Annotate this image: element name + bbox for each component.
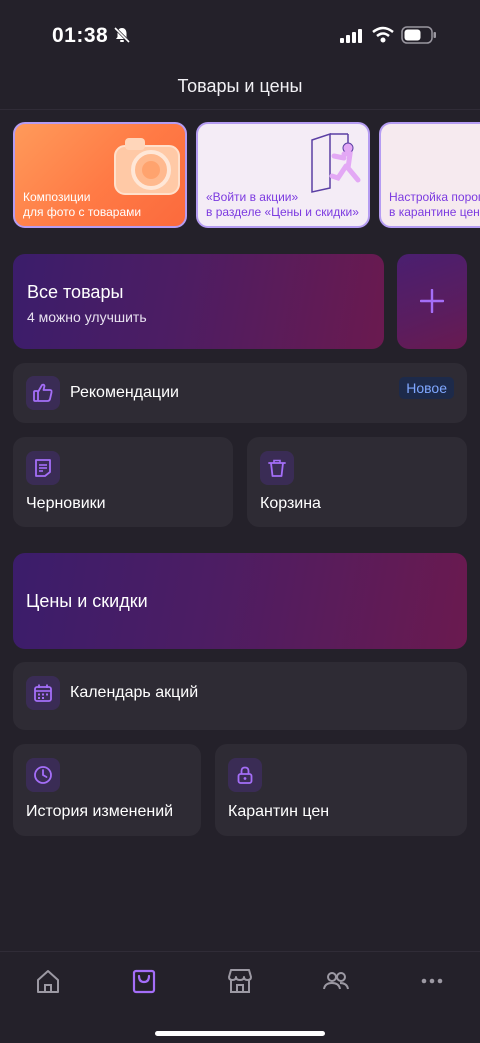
tab-store[interactable] bbox=[225, 966, 255, 996]
bell-muted-icon bbox=[113, 26, 131, 44]
tab-home[interactable] bbox=[33, 966, 63, 996]
promo-calendar-label: Календарь акций bbox=[70, 684, 199, 701]
trash-label: Корзина bbox=[260, 495, 321, 512]
document-icon bbox=[35, 459, 51, 477]
status-time: 01:38 bbox=[52, 24, 109, 47]
all-goods-subtitle: 4 можно улучшить bbox=[27, 309, 147, 325]
story-label: Композиции для фото с товарами bbox=[23, 190, 142, 219]
people-icon bbox=[323, 972, 349, 990]
calendar-icon-box bbox=[26, 676, 60, 710]
header: Товары и цены bbox=[0, 72, 480, 110]
promo-calendar-card[interactable]: Календарь акций bbox=[13, 662, 467, 730]
story-card-quarantine-threshold[interactable]: Настройка порога в карантине цен bbox=[379, 122, 480, 228]
plus-icon bbox=[420, 289, 444, 313]
home-indicator bbox=[155, 1031, 325, 1036]
drafts-icon-box bbox=[26, 451, 60, 485]
price-quarantine-label: Карантин цен bbox=[228, 803, 330, 820]
store-icon bbox=[228, 969, 252, 993]
all-goods-title: Все товары bbox=[27, 282, 124, 302]
change-history-label: История изменений bbox=[26, 803, 174, 820]
wifi-icon bbox=[372, 26, 394, 43]
prices-discounts-card[interactable]: Цены и скидки bbox=[13, 553, 467, 649]
status-bar: 01:38 bbox=[0, 0, 480, 72]
page-title: Товары и цены bbox=[177, 76, 303, 96]
tab-products[interactable] bbox=[129, 966, 159, 996]
lock-icon bbox=[237, 766, 253, 784]
new-badge: Новое bbox=[399, 377, 454, 399]
story-card-photo-compositions[interactable]: Композиции для фото с товарами bbox=[13, 122, 187, 228]
drafts-card[interactable]: Черновики bbox=[13, 437, 233, 527]
tab-more[interactable] bbox=[417, 966, 447, 996]
recommendations-icon-box bbox=[26, 376, 60, 410]
clock-icon bbox=[34, 766, 52, 784]
quarantine-icon-box bbox=[228, 758, 262, 792]
bag-icon bbox=[132, 969, 156, 994]
trash-icon bbox=[268, 459, 286, 477]
add-product-button[interactable] bbox=[397, 254, 467, 349]
trash-icon-box bbox=[260, 451, 294, 485]
drafts-label: Черновики bbox=[26, 495, 106, 512]
more-icon bbox=[421, 978, 443, 984]
history-icon-box bbox=[26, 758, 60, 792]
recommendations-label: Рекомендации bbox=[70, 384, 179, 401]
story-label: «Войти в акции» в разделе «Цены и скидки… bbox=[206, 190, 359, 219]
change-history-card[interactable]: История изменений bbox=[13, 744, 201, 836]
story-label: Настройка порога в карантине цен bbox=[389, 190, 480, 219]
story-card-promo-enter[interactable]: «Войти в акции» в разделе «Цены и скидки… bbox=[196, 122, 370, 228]
recommendations-card[interactable]: Рекомендации Новое bbox=[13, 363, 467, 423]
home-icon bbox=[37, 970, 59, 993]
thumbs-up-icon bbox=[33, 383, 53, 402]
stories-carousel[interactable]: Композиции для фото с товарами «Войти в … bbox=[13, 122, 480, 228]
price-quarantine-card[interactable]: Карантин цен bbox=[215, 744, 467, 836]
prices-discounts-title: Цены и скидки bbox=[26, 591, 148, 611]
tab-people[interactable] bbox=[321, 966, 351, 996]
all-goods-card[interactable]: Все товары 4 можно улучшить bbox=[13, 254, 384, 349]
trash-card[interactable]: Корзина bbox=[247, 437, 467, 527]
signal-icon bbox=[340, 29, 362, 43]
bottom-tab-bar bbox=[0, 951, 480, 1043]
door-figure-icon bbox=[311, 132, 361, 193]
calendar-icon bbox=[34, 684, 52, 702]
battery-icon bbox=[401, 26, 436, 44]
